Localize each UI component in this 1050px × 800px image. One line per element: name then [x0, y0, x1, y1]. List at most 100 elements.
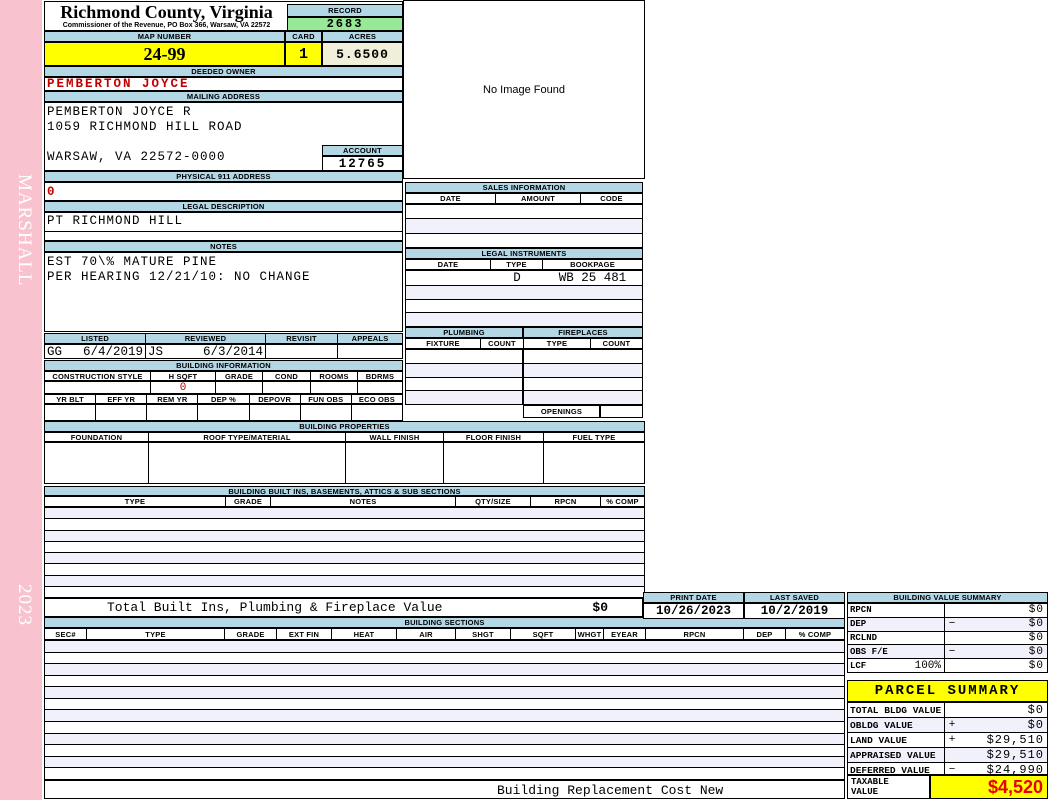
map-number-value: 24-99 — [44, 42, 285, 66]
account-header: ACCOUNT — [322, 145, 403, 156]
notes-line: PER HEARING 12/21/10: NO CHANGE — [47, 270, 311, 284]
listed-header: LISTED — [45, 334, 146, 343]
funobs-value — [301, 405, 352, 420]
cond-value — [263, 382, 311, 393]
row-label: APPRAISED VALUE — [848, 748, 945, 762]
bi-qty-header: QTY/SIZE — [456, 497, 531, 506]
summary-row: APPRAISED VALUE $29,510 — [848, 748, 1047, 763]
bs-shgt-header: SHGT — [456, 629, 511, 639]
table-row — [406, 234, 642, 247]
wallfinish-value — [346, 443, 444, 483]
acres-header: ACRES — [322, 31, 403, 42]
physical-911-value: 0 — [44, 182, 403, 201]
li-date-value — [406, 271, 491, 285]
listed-date: 6/4/2019 — [82, 345, 143, 358]
table-row — [45, 768, 844, 779]
row-operator — [945, 748, 959, 762]
effyr-value — [96, 405, 148, 420]
summary-row: OBS F/E − $0 — [848, 645, 1047, 660]
grade-header: GRADE — [216, 372, 263, 380]
roof-value — [149, 443, 346, 483]
bs-sqft-header: SQFT — [511, 629, 576, 639]
bs-comp-header: % COMP — [798, 629, 832, 639]
row-label: RCLND — [848, 631, 945, 645]
vendor-vertical-label: MARSHALL — [14, 174, 35, 287]
table-row — [406, 313, 642, 327]
table-row — [45, 553, 644, 565]
table-row — [45, 710, 844, 723]
deeded-owner-value: PEMBERTON JOYCE — [44, 77, 403, 91]
table-row: D WB 25 481 — [406, 271, 642, 286]
deppct-value — [198, 405, 250, 420]
table-row — [45, 564, 644, 576]
li-bookpage-header: BOOKPAGE — [570, 260, 615, 269]
bi-grade-header: GRADE — [226, 497, 271, 506]
notes-header: NOTES — [44, 241, 403, 252]
row-value: $29,510 — [986, 748, 1044, 762]
review-header-row: LISTED REVIEWED REVISIT APPEALS — [44, 333, 403, 344]
table-row — [524, 378, 642, 392]
county-title: Richmond County, Virginia — [60, 2, 273, 22]
building-info-row2-headers: YR BLT EFF YR REM YR DEP % DEPOVR FUN OB… — [44, 394, 403, 404]
deppct-header: DEP % — [198, 395, 250, 403]
building-properties-header: BUILDING PROPERTIES — [44, 421, 645, 432]
bs-sec-header: SEC# — [45, 629, 87, 639]
row-label: LAND VALUE — [848, 733, 945, 747]
card-header: CARD — [285, 31, 322, 42]
row-operator: − — [948, 645, 956, 658]
table-row — [45, 519, 644, 531]
li-date-header: DATE — [406, 260, 491, 269]
table-row — [45, 664, 844, 676]
ecoobs-value — [352, 405, 402, 420]
bs-whgt-header: WHGT — [576, 629, 604, 639]
wallfinish-header: WALL FINISH — [346, 433, 444, 441]
table-row — [45, 587, 644, 597]
li-type-value: D — [513, 271, 521, 285]
legal-instruments-header: LEGAL INSTRUMENTS — [405, 248, 643, 259]
table-row — [45, 722, 844, 734]
row-operator: + — [948, 734, 956, 746]
listed-value: GG 6/4/2019 — [45, 345, 146, 358]
tax-year-vertical-label: 2023 — [14, 584, 35, 626]
cond-header: COND — [263, 372, 311, 380]
sales-amount-header: AMOUNT — [496, 194, 581, 203]
legal-description-box: PT RICHMOND HILL — [44, 212, 403, 241]
li-bookpage-value: WB 25 481 — [558, 271, 627, 285]
row-label: RPCN — [848, 604, 945, 617]
sales-information-header: SALES INFORMATION — [405, 182, 643, 193]
remyr-header: REM YR — [147, 395, 199, 403]
county-subtitle: Commissioner of the Revenue, PO Box 366,… — [62, 22, 271, 29]
roof-header: ROOF TYPE/MATERIAL — [149, 433, 346, 441]
floorfinish-header: FLOOR FINISH — [444, 433, 544, 441]
construction-style-value — [45, 382, 151, 393]
row-label: TOTAL BLDG VALUE — [848, 703, 945, 717]
fixture-header: FIXTURE — [406, 339, 481, 348]
taxable-label-line2: VALUE — [851, 787, 879, 797]
legal-instruments-rows: D WB 25 481 — [405, 270, 643, 327]
remyr-value — [147, 405, 199, 420]
openings-value — [600, 405, 643, 418]
plumbing-header: PLUMBING — [405, 327, 523, 338]
table-row — [45, 530, 644, 542]
sidebar-strip — [0, 0, 42, 800]
mailing-line: PEMBERTON JOYCE R — [47, 105, 192, 119]
bs-rpcn-header: RPCN — [646, 629, 744, 639]
funobs-header: FUN OBS — [301, 395, 352, 403]
deeded-owner-header: DEEDED OWNER — [44, 66, 403, 77]
depovr-value — [250, 405, 301, 420]
legal-instruments-col-headers: DATE TYPE BOOKPAGE — [405, 259, 643, 270]
lcf-percent: 100% — [914, 659, 941, 672]
building-sections-footer: Building Replacement Cost New — [44, 780, 845, 799]
table-row — [45, 699, 844, 711]
taxable-value-label: TAXABLE VALUE — [847, 775, 930, 799]
taxable-label-line1: TAXABLE — [851, 777, 889, 787]
built-ins-rows — [44, 507, 645, 598]
record-header: RECORD — [287, 4, 403, 17]
bs-dep-header: DEP — [744, 629, 786, 639]
total-built-ins-label: Total Built Ins, Plumbing & Fireplace Va… — [107, 600, 443, 615]
building-sections-col-headers: SEC# TYPE GRADE EXT FIN HEAT AIR SHGT SQ… — [44, 628, 845, 640]
card-value: 1 — [285, 42, 322, 66]
map-number-header: MAP NUMBER — [44, 31, 285, 42]
hsqft-header: H SQFT — [151, 372, 216, 380]
total-built-ins-value: $0 — [592, 600, 608, 615]
